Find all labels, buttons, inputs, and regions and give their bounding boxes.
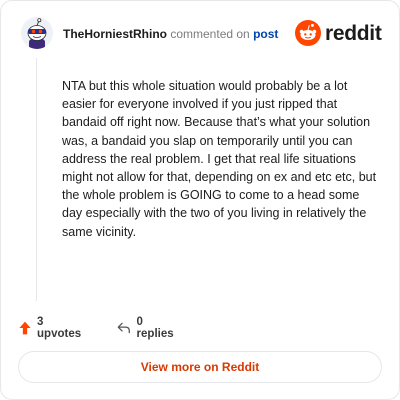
reply-count: 0 replies — [136, 316, 174, 340]
view-more-button[interactable]: View more on Reddit — [18, 351, 382, 383]
upvote-button[interactable]: 3 upvotes — [19, 316, 83, 340]
thread-line — [36, 58, 37, 301]
comment-body: NTA but this whole situation would proba… — [62, 79, 377, 239]
comment-header: TheHorniestRhino commented on post reddi… — [17, 17, 383, 53]
comment-embed-card: TheHorniestRhino commented on post reddi… — [0, 0, 400, 400]
reply-button[interactable]: 0 replies — [117, 316, 176, 340]
username-link[interactable]: TheHorniestRhino — [63, 27, 167, 41]
reddit-wordmark: reddit — [325, 22, 382, 45]
reddit-logo[interactable]: reddit — [295, 20, 383, 48]
attribution-text: commented on — [170, 27, 250, 41]
user-avatar-icon[interactable] — [21, 17, 53, 49]
upvote-arrow-icon — [19, 321, 31, 335]
reply-arrow-icon — [117, 322, 130, 334]
comment-attribution: TheHorniestRhino commented on post — [63, 27, 278, 41]
upvote-count: 3 upvotes — [37, 316, 82, 340]
reddit-logo-icon — [295, 20, 321, 46]
post-link[interactable]: post — [253, 27, 278, 41]
